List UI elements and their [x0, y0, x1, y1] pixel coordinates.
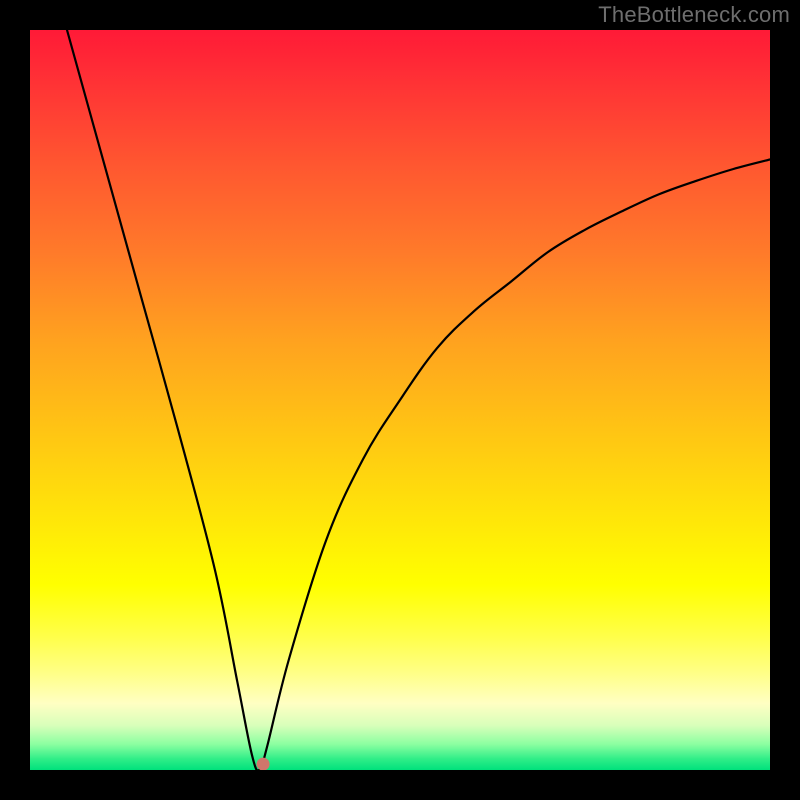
plot-area [30, 30, 770, 770]
watermark-text: TheBottleneck.com [598, 2, 790, 28]
chart-frame: TheBottleneck.com [0, 0, 800, 800]
background-gradient [30, 30, 770, 770]
